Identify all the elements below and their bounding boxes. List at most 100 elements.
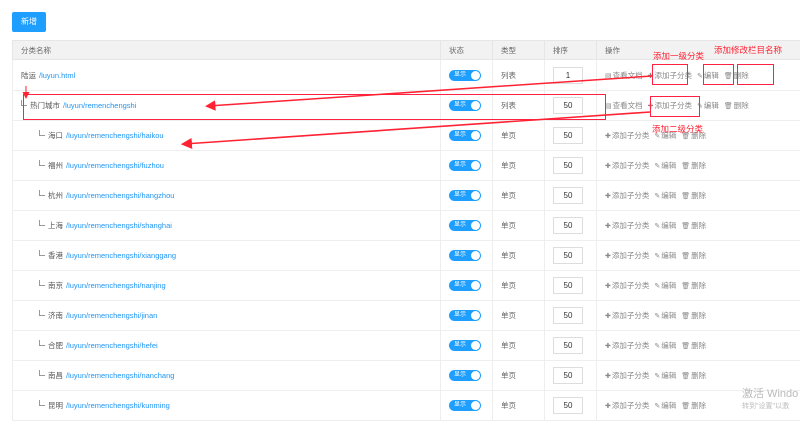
- category-path-link[interactable]: /luyun/remenchengshi/hefei: [66, 341, 158, 350]
- delete-button[interactable]: 🗑删除: [681, 190, 706, 201]
- column-header-name: 分类名称: [12, 40, 441, 60]
- status-toggle[interactable]: 显示: [449, 160, 481, 171]
- document-icon: ▤: [605, 72, 612, 80]
- sort-input[interactable]: [553, 367, 583, 384]
- category-path-link[interactable]: /luyun/remenchengshi/nanjing: [66, 281, 166, 290]
- cell-name: 福州/luyun/remenchengshi/fuzhou: [12, 150, 441, 181]
- action-label: 添加子分类: [611, 251, 650, 260]
- category-path-link[interactable]: /luyun/remenchengshi: [63, 101, 136, 110]
- status-toggle[interactable]: 显示: [449, 280, 481, 291]
- add-subcategory-button[interactable]: ✚添加子分类: [605, 160, 649, 171]
- add-subcategory-button[interactable]: ✚添加子分类: [605, 130, 649, 141]
- category-path-link[interactable]: /luyun/remenchengshi/nanchang: [66, 371, 174, 380]
- add-subcategory-button[interactable]: ✚添加子分类: [605, 400, 649, 411]
- delete-button[interactable]: 🗑删除: [724, 100, 749, 111]
- sort-input[interactable]: [553, 157, 583, 174]
- sort-input[interactable]: [553, 307, 583, 324]
- edit-button[interactable]: ✎编辑: [697, 100, 719, 111]
- action-label: 编辑: [661, 221, 677, 230]
- delete-button[interactable]: 🗑删除: [681, 250, 706, 261]
- watermark-line1: 激活 Windo: [742, 388, 799, 400]
- cell-name: 上海/luyun/remenchengshi/shanghai: [12, 210, 441, 241]
- sort-input[interactable]: [553, 97, 583, 114]
- add-subcategory-button[interactable]: ✚添加子分类: [605, 250, 649, 261]
- delete-button[interactable]: 🗑删除: [681, 340, 706, 351]
- toolbar: 新增: [0, 0, 800, 40]
- delete-button[interactable]: 🗑删除: [681, 160, 706, 171]
- status-toggle[interactable]: 显示: [449, 340, 481, 351]
- add-subcategory-button[interactable]: ✚添加子分类: [605, 340, 649, 351]
- status-toggle[interactable]: 显示: [449, 400, 481, 411]
- add-subcategory-button[interactable]: ✚添加子分类: [605, 370, 649, 381]
- category-path-link[interactable]: /luyun.html: [39, 71, 75, 80]
- delete-button[interactable]: 🗑删除: [681, 370, 706, 381]
- category-path-link[interactable]: /luyun/remenchengshi/shanghai: [66, 221, 172, 230]
- status-toggle[interactable]: 显示: [449, 250, 481, 261]
- view-docs-button[interactable]: ▤查看文档: [605, 100, 643, 111]
- delete-button[interactable]: 🗑删除: [681, 220, 706, 231]
- status-toggle[interactable]: 显示: [449, 69, 481, 81]
- tree-branch-icon: [39, 190, 45, 196]
- category-name: 海口: [48, 131, 63, 140]
- cell-sort: [544, 330, 597, 361]
- cell-name: 南昌/luyun/remenchengshi/nanchang: [12, 360, 441, 391]
- edit-icon: ✎: [654, 313, 661, 320]
- action-label: 添加子分类: [611, 371, 650, 380]
- cell-sort: [544, 120, 597, 151]
- status-toggle[interactable]: 显示: [449, 190, 481, 201]
- table-row: 陆运/luyun.html 显示列表 ▤查看文档 ✚添加子分类 ✎编辑 🗑删除: [12, 59, 800, 91]
- status-toggle[interactable]: 显示: [449, 370, 481, 381]
- edit-button[interactable]: ✎编辑: [697, 70, 719, 81]
- edit-button[interactable]: ✎编辑: [654, 250, 676, 261]
- edit-button[interactable]: ✎编辑: [654, 340, 676, 351]
- sort-input[interactable]: [553, 337, 583, 354]
- add-subcategory-button[interactable]: ✚添加子分类: [648, 100, 692, 111]
- category-path-link[interactable]: /luyun/remenchengshi/kunming: [66, 401, 170, 410]
- add-subcategory-button[interactable]: ✚添加子分类: [605, 280, 649, 291]
- edit-button[interactable]: ✎编辑: [654, 370, 676, 381]
- status-toggle[interactable]: 显示: [449, 220, 481, 231]
- delete-button[interactable]: 🗑删除: [681, 280, 706, 291]
- edit-button[interactable]: ✎编辑: [654, 400, 676, 411]
- cell-status: 显示: [440, 300, 493, 331]
- plus-icon: ✚: [605, 193, 611, 200]
- tree-branch-icon: [39, 130, 45, 136]
- add-button[interactable]: 新增: [12, 12, 46, 32]
- category-path-link[interactable]: /luyun/remenchengshi/fuzhou: [66, 161, 164, 170]
- delete-button[interactable]: 🗑删除: [681, 310, 706, 321]
- plus-icon: ✚: [605, 253, 611, 260]
- status-toggle[interactable]: 显示: [449, 130, 481, 141]
- view-docs-button[interactable]: ▤查看文档: [605, 70, 643, 81]
- edit-button[interactable]: ✎编辑: [654, 190, 676, 201]
- add-subcategory-button[interactable]: ✚添加子分类: [605, 190, 649, 201]
- cell-name: 杭州/luyun/remenchengshi/hangzhou: [12, 180, 441, 211]
- category-path-link[interactable]: /luyun/remenchengshi/jinan: [66, 311, 157, 320]
- category-path-link[interactable]: /luyun/remenchengshi/haikou: [66, 131, 164, 140]
- edit-button[interactable]: ✎编辑: [654, 160, 676, 171]
- sort-input[interactable]: [553, 247, 583, 264]
- status-toggle[interactable]: 显示: [449, 100, 481, 111]
- sort-input[interactable]: [553, 66, 583, 84]
- sort-input[interactable]: [553, 187, 583, 204]
- edit-button[interactable]: ✎编辑: [654, 220, 676, 231]
- action-label: 删除: [733, 101, 749, 110]
- delete-button[interactable]: 🗑删除: [724, 70, 749, 81]
- sort-input[interactable]: [553, 217, 583, 234]
- tree-branch-icon: [21, 100, 27, 106]
- tree-branch-icon: [39, 250, 45, 256]
- category-path-link[interactable]: /luyun/remenchengshi/xianggang: [66, 251, 176, 260]
- cell-type: 单页: [492, 360, 545, 391]
- add-subcategory-button[interactable]: ✚添加子分类: [605, 310, 649, 321]
- edit-button[interactable]: ✎编辑: [654, 280, 676, 291]
- add-subcategory-button[interactable]: ✚添加子分类: [605, 220, 649, 231]
- delete-button[interactable]: 🗑删除: [681, 400, 706, 411]
- category-path-link[interactable]: /luyun/remenchengshi/hangzhou: [66, 191, 174, 200]
- edit-icon: ✎: [654, 253, 661, 260]
- sort-input[interactable]: [553, 397, 583, 414]
- add-subcategory-button[interactable]: ✚添加子分类: [648, 70, 692, 81]
- sort-input[interactable]: [553, 127, 583, 144]
- status-toggle[interactable]: 显示: [449, 310, 481, 321]
- plus-icon: ✚: [647, 103, 654, 110]
- sort-input[interactable]: [553, 277, 583, 294]
- edit-button[interactable]: ✎编辑: [654, 310, 676, 321]
